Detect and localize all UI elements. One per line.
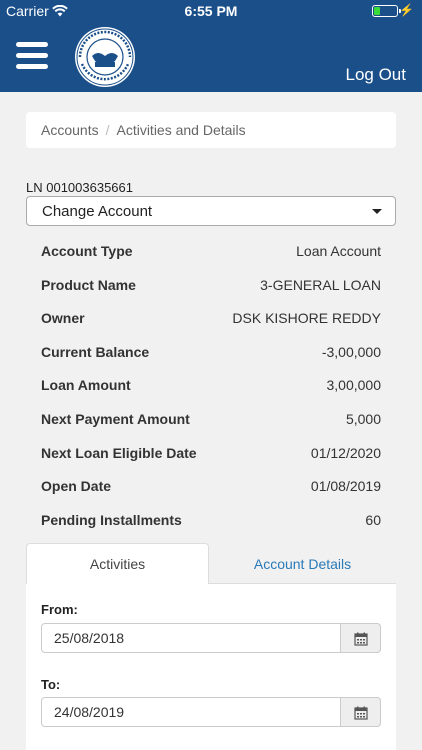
battery-icon <box>372 5 401 17</box>
detail-label: Product Name <box>41 276 136 293</box>
app-header: Log Out <box>0 22 422 92</box>
detail-row-next-payment: Next Payment Amount 5,000 <box>26 402 396 436</box>
detail-row-open-date: Open Date 01/08/2019 <box>26 469 396 503</box>
breadcrumb-item-current: Activities and Details <box>116 122 246 138</box>
detail-label: Owner <box>41 310 85 327</box>
detail-row-product-name: Product Name 3-GENERAL LOAN <box>26 268 396 302</box>
to-calendar-button[interactable] <box>340 697 381 727</box>
detail-label: Current Balance <box>41 343 150 360</box>
calendar-icon <box>354 632 368 646</box>
detail-label: Open Date <box>41 478 112 495</box>
detail-label: Next Payment Amount <box>41 410 190 427</box>
breadcrumb-separator: / <box>105 122 110 138</box>
detail-row-current-balance: Current Balance -3,00,000 <box>26 335 396 369</box>
activities-panel: From: To: <box>26 584 396 750</box>
status-bar: Carrier 6:55 PM ⚡ <box>0 0 422 22</box>
detail-value: Loan Account <box>296 243 381 259</box>
detail-value: 3-GENERAL LOAN <box>260 276 381 293</box>
from-date-input[interactable] <box>41 623 381 653</box>
breadcrumb: Accounts / Activities and Details <box>26 112 396 148</box>
detail-label: Next Loan Eligible Date <box>41 444 197 461</box>
tab-activities[interactable]: Activities <box>26 543 209 584</box>
detail-row-account-type: Account Type Loan Account <box>26 234 396 268</box>
detail-row-next-eligible-date: Next Loan Eligible Date 01/12/2020 <box>26 436 396 470</box>
tab-account-details[interactable]: Account Details <box>209 543 396 583</box>
account-number: LN 001003635661 <box>26 180 133 195</box>
detail-row-owner: Owner DSK KISHORE REDDY <box>26 301 396 335</box>
logout-button[interactable]: Log Out <box>346 65 407 85</box>
charging-icon: ⚡ <box>399 3 414 17</box>
society-logo <box>72 26 138 88</box>
account-details-list: Account Type Loan Account Product Name 3-G… <box>26 234 396 536</box>
to-label: To: <box>41 677 61 692</box>
detail-value: -3,00,000 <box>321 343 381 360</box>
breadcrumb-item-accounts[interactable]: Accounts <box>41 122 99 138</box>
calendar-icon <box>354 706 368 720</box>
change-account-label: Change Account <box>42 203 153 220</box>
detail-value: 3,00,000 <box>326 377 382 394</box>
change-account-select[interactable]: Change Account <box>26 196 396 226</box>
detail-value: 01/08/2019 <box>310 478 381 495</box>
from-calendar-button[interactable] <box>340 623 381 653</box>
clock: 6:55 PM <box>184 3 238 19</box>
to-date-input[interactable] <box>41 697 381 727</box>
menu-icon[interactable] <box>16 42 48 70</box>
detail-row-pending-installments: Pending Installments 60 <box>26 503 396 537</box>
caret-down-icon <box>372 209 382 214</box>
detail-row-loan-amount: Loan Amount 3,00,000 <box>26 368 396 402</box>
detail-label: Loan Amount <box>41 377 131 394</box>
detail-value: 60 <box>365 511 381 528</box>
detail-label: Account Type <box>41 243 133 259</box>
from-label: From: <box>41 602 78 617</box>
detail-value: 5,000 <box>345 410 381 427</box>
detail-value: DSK KISHORE REDDY <box>232 310 381 327</box>
detail-label: Pending Installments <box>41 511 182 528</box>
detail-value: 01/12/2020 <box>310 444 381 461</box>
